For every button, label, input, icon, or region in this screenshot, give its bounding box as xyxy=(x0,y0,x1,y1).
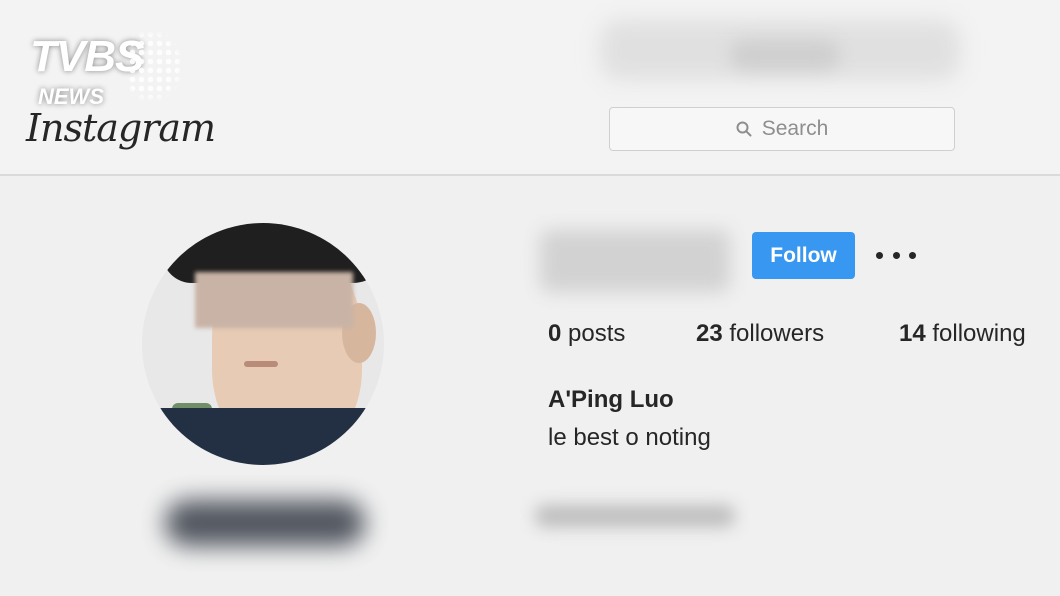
top-bar: TVBS NEWS Instagram Search xyxy=(0,0,1060,176)
watermark-main: TVBS xyxy=(30,32,144,81)
tvbs-news-watermark: TVBS NEWS xyxy=(30,30,190,110)
following-count: 14 xyxy=(899,320,926,347)
search-input[interactable]: Search xyxy=(609,107,955,151)
avatar-shirt xyxy=(142,408,384,465)
posts-stat: 0 posts xyxy=(548,320,625,348)
posts-count: 0 xyxy=(548,320,562,347)
search-placeholder: Search xyxy=(761,117,829,140)
avatar-mouth xyxy=(244,361,278,367)
blurred-region xyxy=(730,40,840,70)
watermark-dots xyxy=(128,30,184,102)
posts-label: posts xyxy=(568,320,626,347)
following-label: following xyxy=(932,320,1026,347)
following-stat[interactable]: 14 following xyxy=(899,320,1026,348)
blurred-region xyxy=(535,505,735,527)
dot xyxy=(876,251,883,259)
profile-full-name: A'Ping Luo xyxy=(548,386,674,413)
followers-stat[interactable]: 23 followers xyxy=(696,320,824,348)
blurred-region xyxy=(165,500,365,546)
dot xyxy=(892,251,900,259)
followers-label: followers xyxy=(729,320,825,347)
follow-button[interactable]: Follow xyxy=(752,232,855,279)
instagram-logo[interactable]: Instagram xyxy=(26,106,216,150)
profile-bio: le best o noting xyxy=(548,424,711,451)
followers-count: 23 xyxy=(696,320,723,347)
more-options-icon[interactable] xyxy=(876,242,916,268)
username-blurred xyxy=(540,230,730,292)
search-icon xyxy=(736,121,752,137)
profile-avatar[interactable] xyxy=(142,223,384,465)
censor-bar xyxy=(195,272,353,328)
dot xyxy=(909,251,916,259)
